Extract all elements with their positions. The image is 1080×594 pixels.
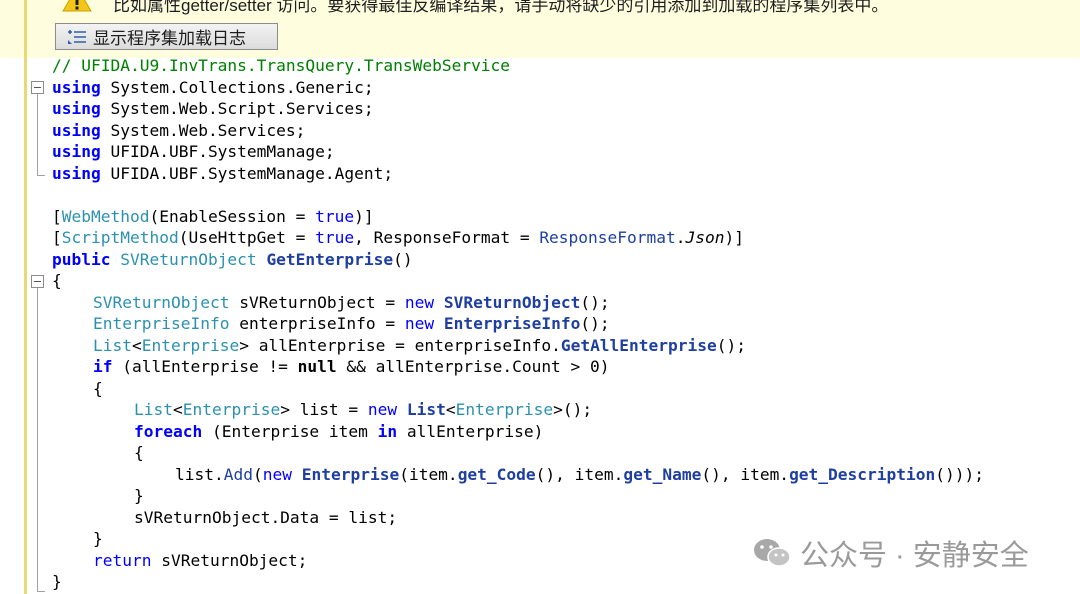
show-assembly-load-log-button[interactable]: 显示程序集加载日志 bbox=[55, 23, 278, 50]
show-assembly-load-log-label: 显示程序集加载日志 bbox=[93, 29, 246, 48]
code-line: { bbox=[93, 378, 103, 398]
code-line: using System.Web.Script.Services; bbox=[52, 99, 374, 118]
code-line: SVReturnObject sVReturnObject = new SVRe… bbox=[93, 292, 610, 312]
code-line: } bbox=[134, 486, 144, 505]
code-line: list.Add(new Enterprise(item.get_Code(),… bbox=[175, 464, 984, 484]
wechat-icon bbox=[754, 539, 791, 567]
wechat-watermark: 公众号 · 安静安全 bbox=[752, 532, 1029, 574]
code-line: List<Enterprise> allEnterprise = enterpr… bbox=[93, 335, 747, 355]
decompiler-warning-bar: 比如属性getter/setter 访问。要获得最佳反编译结果，请手动将缺少的引… bbox=[0, 0, 1080, 58]
code-line: [WebMethod(EnableSession = true)] bbox=[52, 206, 374, 226]
warning-icon bbox=[62, 0, 92, 12]
code-line: public SVReturnObject GetEnterprise() bbox=[52, 249, 413, 269]
code-line: // UFIDA.U9.InvTrans.TransQuery.TransWeb… bbox=[52, 56, 511, 75]
code-line: } bbox=[93, 529, 103, 548]
fold-guide-end bbox=[37, 591, 45, 592]
code-line: using UFIDA.UBF.SystemManage.Agent; bbox=[52, 163, 394, 183]
code-line: sVReturnObject.Data = list; bbox=[134, 507, 398, 527]
code-line: { bbox=[52, 271, 62, 290]
code-line: using System.Web.Services; bbox=[52, 120, 306, 140]
watermark-text: 公众号 · 安静安全 bbox=[800, 540, 1029, 572]
fold-guide bbox=[37, 94, 38, 175]
code-line: [ScriptMethod(UseHttpGet = true, Respons… bbox=[52, 228, 744, 247]
fold-guide-end bbox=[37, 175, 45, 176]
code-line: if (allEnterprise != null && allEnterpri… bbox=[93, 357, 610, 376]
collapse-usings-toggle[interactable] bbox=[31, 81, 44, 94]
fold-guide bbox=[37, 288, 38, 591]
warning-message: 比如属性getter/setter 访问。要获得最佳反编译结果，请手动将缺少的引… bbox=[113, 0, 889, 15]
code-line: using UFIDA.UBF.SystemManage; bbox=[52, 142, 335, 161]
editor-left-border bbox=[24, 0, 27, 594]
code-line: foreach (Enterprise item in allEnterpris… bbox=[134, 421, 544, 441]
code-line: using System.Collections.Generic; bbox=[52, 77, 374, 97]
code-line: List<Enterprise> list = new List<Enterpr… bbox=[134, 400, 593, 419]
code-line: } bbox=[52, 572, 62, 591]
log-list-icon bbox=[68, 29, 86, 44]
collapse-method-toggle[interactable] bbox=[31, 275, 44, 288]
code-line: { bbox=[134, 443, 144, 462]
code-line: EnterpriseInfo enterpriseInfo = new Ente… bbox=[93, 314, 610, 333]
code-line: return sVReturnObject; bbox=[93, 550, 308, 570]
